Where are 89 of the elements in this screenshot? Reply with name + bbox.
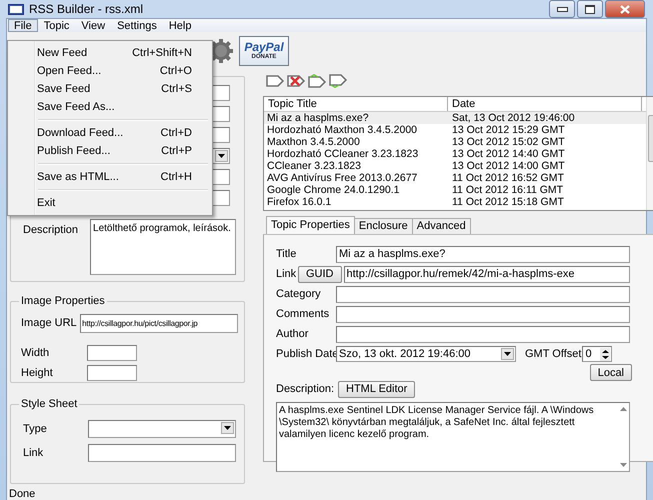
tag-down-icon[interactable] [329,74,347,88]
menu-item[interactable]: Exit [10,194,210,212]
app-icon [8,4,24,14]
menu-item[interactable]: Save Feed As... [10,98,210,116]
maximize-button[interactable] [577,0,603,18]
url-field[interactable]: http://csillagpor.hu/pict/csillagpor.jp [80,314,238,332]
spin-arrows-icon[interactable] [602,349,609,360]
table-cell-text: Hordozható CCleaner 3.23.1823 [266,148,420,160]
list-row[interactable]: Hordozható Maxthon 3.4.5.2000 13 Oct 2012 15:29 GMT [264,124,646,136]
field-label: Author [276,328,310,340]
group-title: Image Properties [19,295,107,307]
table-cell-text: 11 Oct 2012 15:18 GMT [451,196,565,208]
field-label: Description: [276,383,336,395]
table-cell-text: 13 Oct 2012 14:00 GMT [451,160,566,172]
input-field[interactable] [336,306,630,322]
input-field[interactable] [87,365,137,381]
input-field[interactable] [88,444,236,462]
minimize-button[interactable] [549,0,575,18]
spin-field[interactable]: 0 [582,346,612,362]
list-row[interactable]: Hordozható CCleaner 3.23.1823 13 Oct 2012 14:40 GMT [264,148,646,160]
table-cell-text: 13 Oct 2012 15:29 GMT [451,124,566,136]
table-cell-text: 11 Oct 2012 16:11 GMT [451,184,564,196]
field-label: Link [276,268,298,280]
field-label: Type [22,423,48,435]
caret-icon [224,426,231,430]
local-button[interactable]: Local [590,364,632,381]
menu-item[interactable]: Download Feed... Ctrl+D [10,124,210,142]
list-row[interactable]: Firefox 16.0.1 11 Oct 2012 15:18 GMT [264,196,646,208]
description-field[interactable]: A hasplms.exe Sentinel LDK License Manager Service fájl. A \Windows \System32\ könyvtárban megtaláljuk, a SafeNet Inc. által fejlesztett valamilyen licenc kezelő program. [276,402,630,472]
table-cell-text: Maxthon 3.4.5.2000 [266,136,361,148]
window-title: RSS Builder - rss.xml [29,2,144,16]
list-row[interactable]: CCleaner 3.23.1823 13 Oct 2012 14:00 GMT [264,160,646,172]
table-cell-text: Firefox 16.0.1 [266,196,332,208]
table-cell-text: CCleaner 3.23.1823 [266,160,362,172]
input-field[interactable] [87,345,137,361]
html-editor-button[interactable]: HTML Editor [338,380,416,398]
menu-item[interactable]: Publish Feed... Ctrl+P [10,142,210,160]
menu-item[interactable]: Help [162,19,198,32]
date-picker[interactable]: Szo, 13 okt. 2012 19:46:00 [336,346,516,362]
field-label: Link [22,447,44,459]
group-title: Style Sheet [19,398,80,410]
close-icon [620,4,630,14]
table-cell-text: Google Chrome 24.0.1290.1 [266,184,401,196]
list-row[interactable]: Google Chrome 24.0.1290.1 11 Oct 2012 16:11 GMT [264,184,646,196]
table-cell-text: AVG Antivírus Free 2013.0.2677 [266,172,418,184]
delete-tag-icon[interactable] [287,75,305,87]
close-button[interactable] [605,0,645,18]
field-label: Width [20,347,50,359]
guid-button[interactable]: GUID [298,266,342,282]
field-label: Description [23,223,78,238]
list-row[interactable]: Mi az a hasplms.exe? Sat, 13 Oct 2012 19:46:00 [264,112,646,124]
menu-item[interactable]: Open Feed... Ctrl+O [10,62,210,80]
tab[interactable]: Advanced [412,218,471,234]
list-row[interactable]: Maxthon 3.4.5.2000 13 Oct 2012 15:02 GMT [264,136,646,148]
tag-up-icon[interactable] [308,74,326,88]
status-text: Done [9,488,36,500]
field-label: GMT Offset [525,348,582,360]
field-label: Image URL [20,317,78,329]
table-cell-text: Mi az a hasplms.exe? [266,112,370,124]
table-cell-text: 13 Oct 2012 14:40 GMT [451,148,566,160]
input-field[interactable] [336,326,630,342]
field-label: Title [276,248,298,260]
table-cell-text: 13 Oct 2012 15:02 GMT [451,136,566,148]
table-cell-text: Sat, 13 Oct 2012 19:46:00 [451,112,576,124]
input-field[interactable] [336,286,630,302]
menu-item[interactable]: View [75,19,112,32]
caret-icon [218,154,225,158]
link-field[interactable]: http://csillagpor.hu/remek/42/mi-a-hasplms-exe [344,266,630,282]
menu-item[interactable]: Topic [38,19,76,32]
column-header[interactable]: Date [448,97,642,111]
menu-item[interactable]: File [8,19,38,32]
field-label: Category [276,288,322,300]
list-row[interactable]: AVG Antivírus Free 2013.0.2677 11 Oct 2012 16:52 GMT [264,172,646,184]
caret-icon [504,352,511,356]
tag-icon[interactable] [266,75,284,87]
menu-item[interactable]: Save as HTML... Ctrl+H [10,168,210,186]
column-header[interactable]: Topic Title [264,97,448,111]
title-field[interactable]: Mi az a hasplms.exe? [336,246,630,262]
table-cell-text: 11 Oct 2012 16:52 GMT [451,172,565,184]
tab[interactable]: Topic Properties [266,216,355,234]
table-cell-text: Hordozható Maxthon 3.4.5.2000 [266,124,418,136]
menu-item[interactable]: New Feed Ctrl+Shift+N [10,44,210,62]
scroll-up-icon[interactable] [620,407,627,411]
field-label: Comments [276,308,330,320]
menu-item[interactable]: Save Feed Ctrl+S [10,80,210,98]
description-field[interactable]: Letölthető programok, leírások. [90,219,236,275]
menu-item[interactable]: Settings [111,19,163,32]
field-label: Height [20,367,54,379]
dropdown-field[interactable] [88,420,236,438]
